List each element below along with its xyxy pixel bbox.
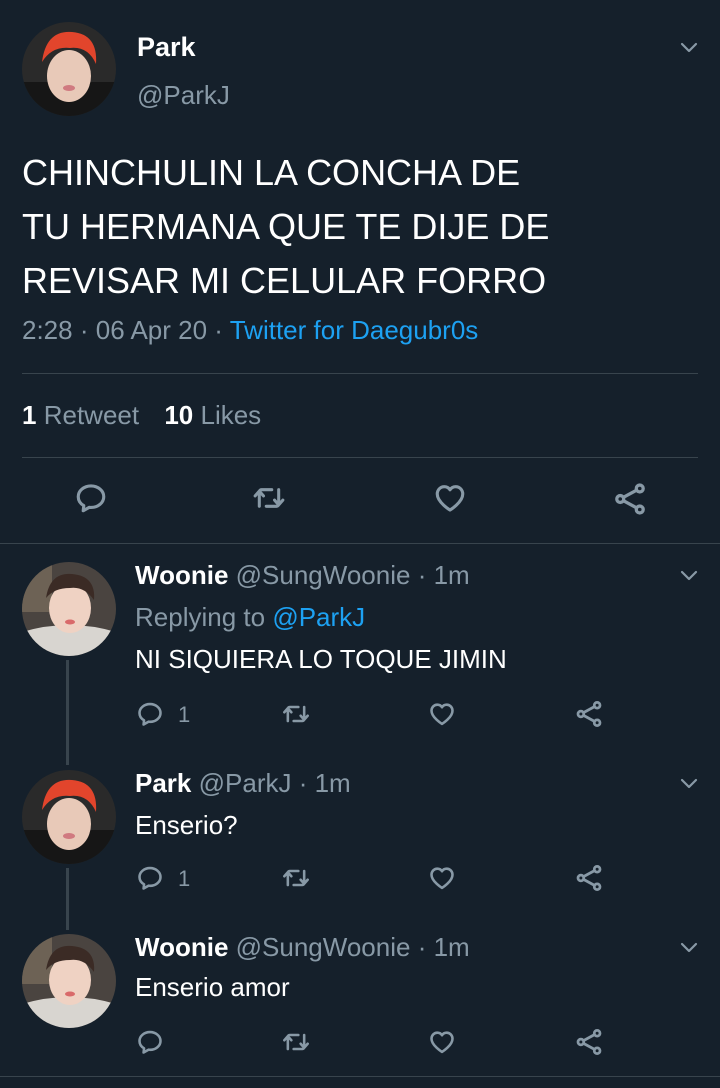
- like-icon[interactable]: [427, 1028, 457, 1056]
- reply-author-name[interactable]: Woonie: [135, 932, 228, 962]
- meta-separator: ·: [79, 315, 89, 345]
- chevron-down-icon[interactable]: [678, 564, 700, 586]
- share-icon[interactable]: [574, 699, 604, 729]
- share-icon[interactable]: [574, 1027, 604, 1057]
- reply-header: Woonie @SungWoonie · 1m: [135, 560, 470, 591]
- reply-icon[interactable]: [136, 864, 164, 892]
- avatar-woonie[interactable]: [22, 562, 116, 656]
- tweet-date: 06 Apr 20: [95, 315, 208, 345]
- tweet-time: 2:28: [22, 315, 73, 345]
- replying-to: Replying to @ParkJ: [135, 602, 365, 633]
- reply-count: 1: [178, 866, 191, 891]
- reply-count: 1: [178, 702, 191, 727]
- avatar-woonie[interactable]: [22, 934, 116, 1028]
- replying-to-label: Replying to: [135, 602, 266, 632]
- reply-icon[interactable]: [74, 481, 108, 515]
- divider: [22, 373, 698, 374]
- replying-to-handle[interactable]: @ParkJ: [272, 602, 365, 632]
- avatar-park[interactable]: [22, 22, 116, 116]
- tweet-text-line: CHINCHULIN LA CONCHA DE: [22, 152, 521, 193]
- reply-text: NI SIQUIERA LO TOQUE JIMIN: [135, 644, 507, 674]
- reply-icon[interactable]: [136, 700, 164, 728]
- tweet-source-link[interactable]: Twitter for Daegubr0s: [230, 315, 479, 345]
- reply-author-handle[interactable]: @ParkJ: [199, 768, 292, 798]
- tweet-stats: 1 Retweet 10 Likes: [22, 400, 261, 431]
- tweet-text-line: REVISAR MI CELULAR FORRO: [22, 260, 547, 301]
- tweet-text: CHINCHULIN LA CONCHA DE TU HERMANA QUE T…: [22, 146, 549, 308]
- retweets-label: Retweet: [43, 400, 140, 430]
- tweet-text-line: TU HERMANA QUE TE DIJE DE: [22, 206, 550, 247]
- section-divider: [0, 543, 720, 544]
- reply-author-handle[interactable]: @SungWoonie: [236, 560, 411, 590]
- section-divider: [0, 1076, 720, 1077]
- reply-time: · 1m: [417, 560, 470, 590]
- reply-author-handle[interactable]: @SungWoonie: [236, 932, 411, 962]
- tweet-meta: 2:28 · 06 Apr 20 · Twitter for Daegubr0s: [22, 315, 478, 346]
- chevron-down-icon[interactable]: [678, 772, 700, 794]
- divider: [22, 457, 698, 458]
- retweets-stat[interactable]: 1 Retweet: [22, 400, 146, 430]
- retweet-icon[interactable]: [280, 700, 312, 728]
- like-icon[interactable]: [427, 864, 457, 892]
- reply-time: · 1m: [417, 932, 470, 962]
- meta-separator: ·: [214, 315, 223, 345]
- reply-author-name[interactable]: Woonie: [135, 560, 228, 590]
- likes-label: Likes: [200, 400, 262, 430]
- thread-line: [66, 660, 69, 765]
- retweets-count: 1: [22, 400, 37, 430]
- retweet-icon[interactable]: [280, 1028, 312, 1056]
- like-icon[interactable]: [427, 700, 457, 728]
- like-icon[interactable]: [432, 481, 468, 515]
- likes-stat[interactable]: 10 Likes: [164, 400, 261, 430]
- avatar-park[interactable]: [22, 770, 116, 864]
- reply-header: Park @ParkJ · 1m: [135, 768, 351, 799]
- chevron-down-icon[interactable]: [678, 936, 700, 958]
- reply-time: · 1m: [298, 768, 351, 798]
- thread-line: [66, 868, 69, 930]
- author-name[interactable]: Park: [137, 32, 196, 63]
- chevron-down-icon[interactable]: [678, 36, 700, 58]
- retweet-icon[interactable]: [251, 481, 287, 515]
- reply-header: Woonie @SungWoonie · 1m: [135, 932, 470, 963]
- likes-count: 10: [164, 400, 194, 430]
- reply-author-name[interactable]: Park: [135, 768, 191, 798]
- share-icon[interactable]: [612, 481, 648, 517]
- author-handle[interactable]: @ParkJ: [137, 80, 230, 111]
- share-icon[interactable]: [574, 863, 604, 893]
- reply-text: Enserio amor: [135, 972, 290, 1002]
- reply-icon[interactable]: [136, 1028, 164, 1056]
- retweet-icon[interactable]: [280, 864, 312, 892]
- reply-text: Enserio?: [135, 810, 238, 840]
